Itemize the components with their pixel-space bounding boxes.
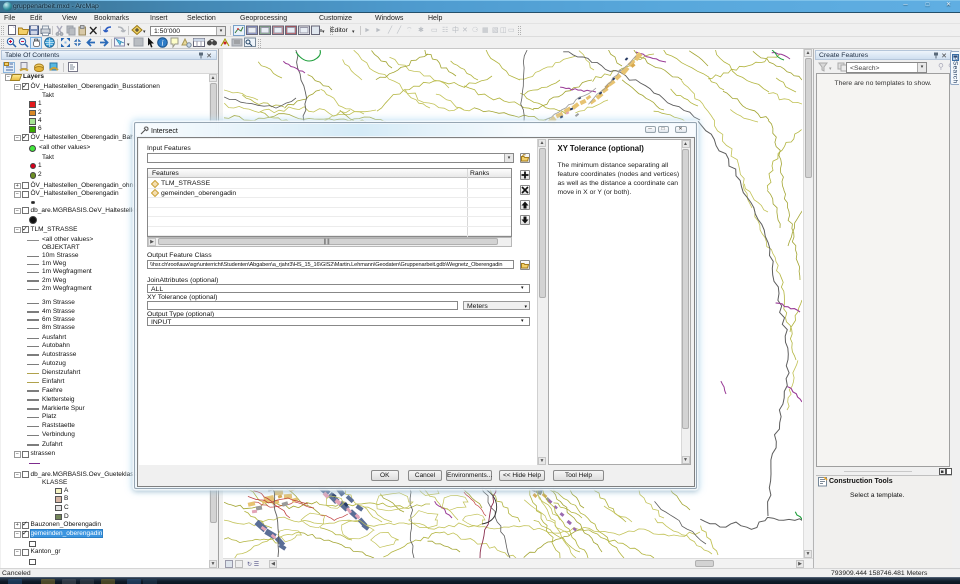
svg-text:i: i [161,39,163,48]
